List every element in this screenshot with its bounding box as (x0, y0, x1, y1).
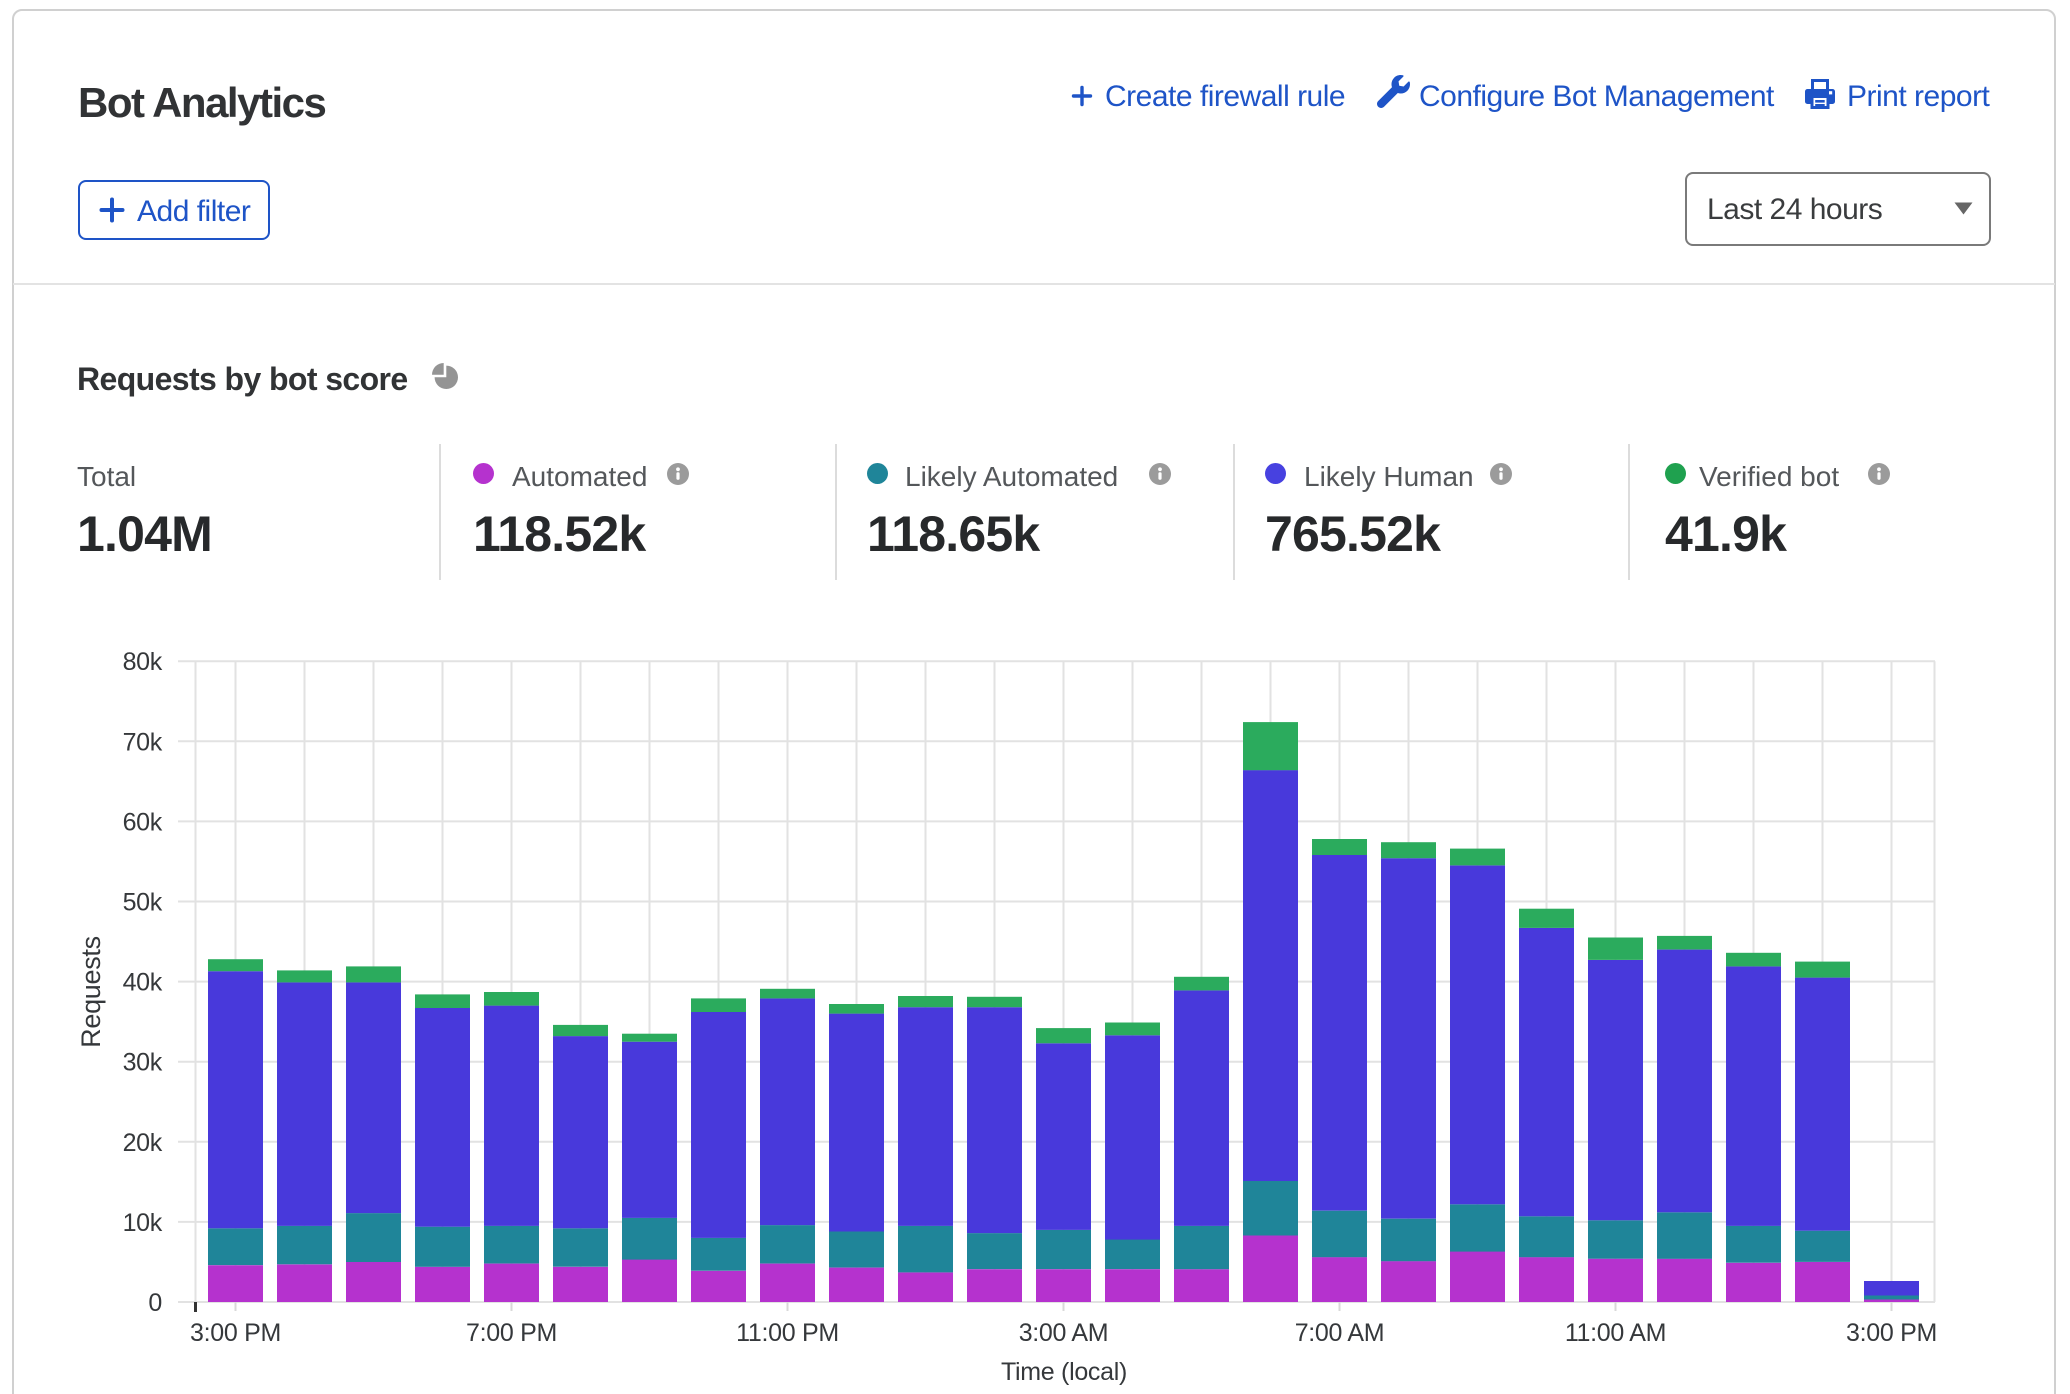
svg-text:30k: 30k (123, 1049, 163, 1077)
svg-text:20k: 20k (123, 1129, 163, 1157)
svg-text:0: 0 (148, 1289, 162, 1317)
svg-text:3:00 PM: 3:00 PM (1846, 1319, 1937, 1347)
svg-text:11:00 PM: 11:00 PM (736, 1319, 839, 1347)
svg-text:60k: 60k (123, 808, 163, 836)
svg-text:Requests: Requests (76, 936, 106, 1048)
svg-text:Time (local): Time (local) (1001, 1358, 1127, 1386)
svg-text:7:00 AM: 7:00 AM (1295, 1319, 1385, 1347)
svg-text:10k: 10k (123, 1209, 163, 1237)
svg-text:50k: 50k (123, 889, 163, 917)
svg-text:70k: 70k (123, 728, 163, 756)
svg-text:3:00 AM: 3:00 AM (1019, 1319, 1109, 1347)
svg-text:7:00 PM: 7:00 PM (466, 1319, 557, 1347)
svg-text:3:00 PM: 3:00 PM (190, 1319, 281, 1347)
svg-text:11:00 AM: 11:00 AM (1565, 1319, 1666, 1347)
svg-text:40k: 40k (123, 969, 163, 997)
svg-text:80k: 80k (123, 648, 163, 676)
